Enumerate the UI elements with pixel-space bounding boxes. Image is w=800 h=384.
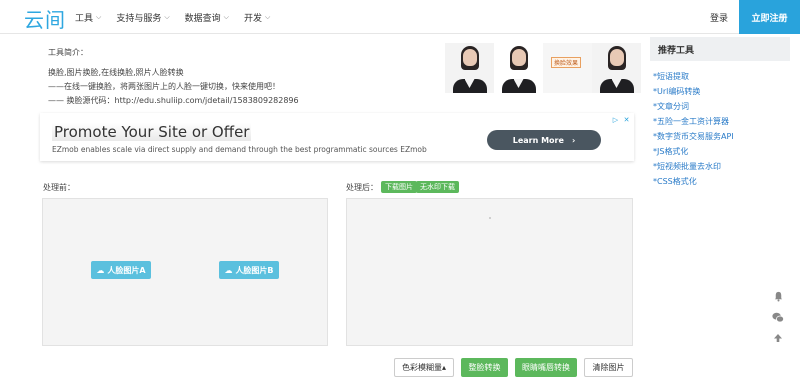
ad-headline: Promote Your Site or Offer (52, 123, 252, 141)
ad-controls: ▷ ✕ (609, 115, 631, 124)
main-nav: 工具 ⌵ 支持与服务 ⌵ 数据查询 ⌵ 开发 ⌵ (75, 0, 285, 34)
nav-item-label: 支持与服务 (116, 13, 162, 24)
example-photo-result (592, 43, 641, 93)
bell-icon[interactable] (771, 289, 785, 303)
nav-item-label: 工具 (75, 13, 94, 24)
upload-face-a-button[interactable]: ☁ 人脸图片A (91, 261, 151, 279)
adchoices-icon[interactable]: ▷ (611, 115, 620, 124)
before-panel (42, 198, 328, 346)
nav-item-label: 开发 (243, 13, 262, 24)
cloud-upload-icon: ☁ (96, 265, 105, 275)
intro-line: ——在线一键换脸，将两张图片上的人脸一键切换，快来使用吧！ (48, 82, 280, 91)
tool-intro: 工具简介： 换脸,图片换脸,在线换脸,照片人脸转换 ——在线一键换脸，将两张图片… (48, 46, 428, 108)
login-link[interactable]: 登录 (710, 11, 728, 24)
nav-item-tools[interactable]: 工具 ⌵ (75, 11, 101, 24)
close-icon[interactable]: ✕ (622, 115, 631, 124)
chevron-down-icon: ⌵ (164, 12, 170, 21)
intro-source-line: —— 换脸源代码：http://edu.shuliip.com/jdetail/… (48, 96, 299, 105)
ad-learn-more-button[interactable]: Learn More › (487, 130, 601, 150)
clear-images-button[interactable]: 清除图片 (584, 358, 633, 377)
arrow-up-icon[interactable] (771, 331, 785, 345)
download-image-button[interactable]: 下载图片 (381, 181, 417, 193)
before-label: 处理前： (43, 183, 75, 192)
sidebar-item-css-format[interactable]: *CSS格式化 (653, 174, 800, 189)
chevron-down-icon: ⌵ (223, 12, 229, 21)
example-photo-b (494, 43, 543, 93)
chevron-right-icon: › (571, 135, 576, 145)
site-logo[interactable]: 云间 (24, 4, 66, 33)
sidebar-item-salary-calc[interactable]: *五险一金工资计算器 (653, 114, 800, 129)
upload-label: 人脸图片A (107, 265, 146, 275)
cloud-upload-icon: ☁ (224, 265, 233, 275)
intro-title: 工具简介： (48, 48, 88, 57)
sidebar-item-crypto-api[interactable]: *数字货币交易服务API (653, 129, 800, 144)
ad-button-label: Learn More (512, 135, 564, 145)
face-swap-button[interactable]: 整脸转换 (461, 358, 508, 377)
intro-line: 换脸,图片换脸,在线换脸,照片人脸转换 (48, 68, 184, 77)
wechat-icon[interactable] (771, 310, 785, 324)
register-button[interactable]: 立即注册 (739, 0, 800, 34)
sidebar-list: *短语提取 *Url编码转换 *文章分词 *五险一金工资计算器 *数字货币交易服… (650, 69, 800, 189)
color-blur-dropdown[interactable]: 色彩模糊量▴ (394, 358, 454, 377)
after-label: 处理后： (346, 183, 378, 192)
recommended-tools-sidebar: 推荐工具 *短语提取 *Url编码转换 *文章分词 *五险一金工资计算器 *数字… (650, 37, 800, 189)
sidebar-item-js-format[interactable]: *JS格式化 (653, 144, 800, 159)
nav-item-data-query[interactable]: 数据查询 ⌵ (185, 11, 229, 24)
upload-face-b-button[interactable]: ☁ 人脸图片B (219, 261, 279, 279)
example-stamp: 换脸效果 (543, 43, 592, 93)
nav-item-dev[interactable]: 开发 ⌵ (244, 11, 270, 24)
ad-banner[interactable]: Promote Your Site or Offer EZmob enables… (40, 113, 634, 161)
sidebar-title: 推荐工具 (650, 37, 790, 61)
nav-item-label: 数据查询 (184, 13, 221, 24)
upload-label: 人脸图片B (235, 265, 274, 275)
chevron-down-icon: ⌵ (265, 12, 271, 21)
example-preview: 换脸效果 (445, 43, 641, 93)
top-header: 云间 工具 ⌵ 支持与服务 ⌵ 数据查询 ⌵ 开发 ⌵ 登录 立即注册 (0, 0, 800, 34)
example-photo-a (445, 43, 494, 93)
eyes-lips-swap-button[interactable]: 眼睛嘴唇转换 (515, 358, 577, 377)
chevron-down-icon: ⌵ (96, 12, 102, 21)
result-placeholder (489, 217, 491, 219)
download-no-watermark-button[interactable]: 无水印下载 (416, 181, 459, 193)
nav-item-support[interactable]: 支持与服务 ⌵ (116, 11, 169, 24)
after-panel (346, 198, 633, 346)
sidebar-item-word-segment[interactable]: *文章分词 (653, 99, 800, 114)
ad-description: EZmob enables scale via direct supply an… (52, 145, 427, 154)
stamp-label: 换脸效果 (551, 57, 582, 68)
sidebar-item-url-encode[interactable]: *Url编码转换 (653, 84, 800, 99)
sidebar-item-video-watermark[interactable]: *短视频批量去水印 (653, 159, 800, 174)
sidebar-item-phrase-extract[interactable]: *短语提取 (653, 69, 800, 84)
